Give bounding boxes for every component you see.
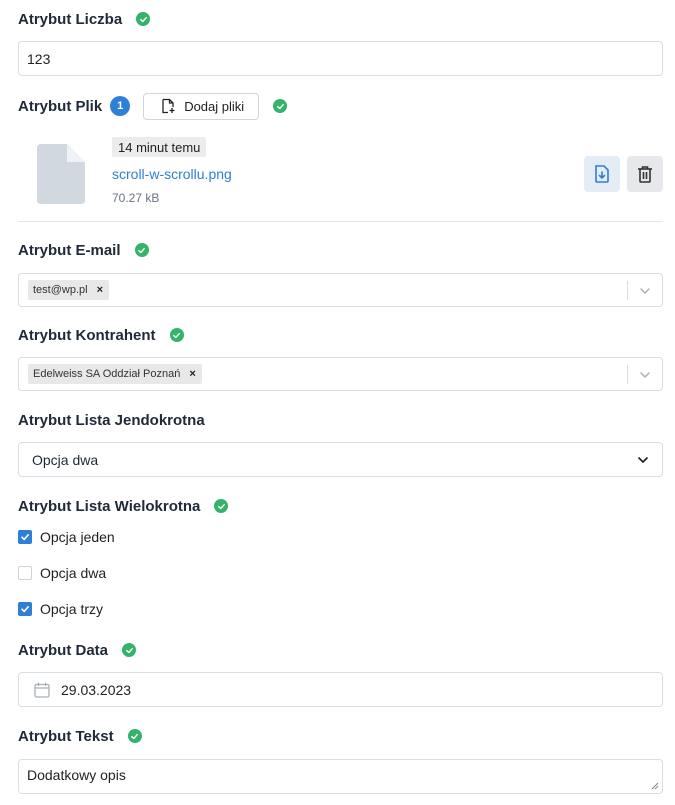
label-text: Atrybut Kontrahent <box>18 326 156 344</box>
file-icon <box>37 144 85 204</box>
file-size: 70.27 kB <box>112 191 160 205</box>
field-lista-wielokrotna: Atrybut Lista Wielokrotna <box>18 495 663 517</box>
checkbox-option-trzy[interactable]: Opcja trzy <box>18 601 103 617</box>
select-separator <box>627 365 628 384</box>
check-circle-icon <box>127 729 142 743</box>
file-plus-icon <box>162 98 175 114</box>
field-liczba: Atrybut Liczba <box>18 8 663 30</box>
checkbox-label: Opcja jeden <box>40 529 115 545</box>
checkbox-label: Opcja trzy <box>40 601 104 617</box>
field-label-email: Atrybut E-mail <box>18 239 663 261</box>
download-file-button[interactable] <box>584 156 620 192</box>
chip-remove-button[interactable]: × <box>97 284 103 296</box>
checkbox-option-dwa[interactable]: Opcja dwa <box>18 565 106 581</box>
select-separator <box>627 281 628 300</box>
number-input[interactable]: 123 <box>18 41 663 76</box>
kontrahent-multiselect[interactable]: Edelweiss SA Oddział Poznań × <box>18 357 663 391</box>
single-select[interactable]: Opcja dwa <box>18 442 663 477</box>
chip-remove-button[interactable]: × <box>189 368 195 380</box>
add-files-button[interactable]: Dodaj pliki <box>143 92 260 120</box>
email-chip-label: test@wp.pl <box>33 284 88 296</box>
calendar-icon <box>34 682 50 698</box>
label-text: Atrybut Lista Jendokrotna <box>18 411 205 429</box>
field-label-tekst: Atrybut Tekst <box>18 725 663 747</box>
check-circle-icon <box>273 99 288 113</box>
chevron-down-icon[interactable] <box>638 368 652 382</box>
email-multiselect[interactable]: test@wp.pl × <box>18 273 663 307</box>
check-circle-icon <box>169 328 184 342</box>
label-text: Atrybut Liczba <box>18 10 123 28</box>
resize-handle-icon[interactable] <box>651 782 659 790</box>
text-area-value: Dodatkowy opis <box>27 767 126 783</box>
label-text: Atrybut Data <box>18 641 109 659</box>
label-text: Atrybut E-mail <box>18 241 121 259</box>
check-circle-icon <box>134 243 149 257</box>
checkbox-checked[interactable] <box>18 602 32 616</box>
field-email: Atrybut E-mail <box>18 239 663 261</box>
number-input-value: 123 <box>27 50 51 67</box>
divider <box>18 221 663 222</box>
field-label-data: Atrybut Data <box>18 639 663 661</box>
field-plik: Atrybut Plik 1 Dodaj pliki <box>18 91 663 121</box>
text-area[interactable]: Dodatkowy opis <box>18 759 663 794</box>
label-text: Atrybut Lista Wielokrotna <box>18 497 201 515</box>
checkbox-option-jeden[interactable]: Opcja jeden <box>18 529 115 545</box>
file-count-badge: 1 <box>110 96 131 116</box>
file-name-link[interactable]: scroll-w-scrollu.png <box>112 166 232 182</box>
trash-icon <box>638 166 652 183</box>
label-text: Atrybut Plik <box>18 97 103 115</box>
label-text: Atrybut Tekst <box>18 727 114 745</box>
file-time-tag: 14 minut temu <box>112 137 207 157</box>
field-label-lista-wielokrotna: Atrybut Lista Wielokrotna <box>18 495 663 517</box>
field-kontrahent: Atrybut Kontrahent <box>18 324 663 346</box>
add-files-label: Dodaj pliki <box>184 98 245 114</box>
field-label-plik: Atrybut Plik 1 Dodaj pliki <box>18 91 663 121</box>
field-label-lista-jednokrotna: Atrybut Lista Jendokrotna <box>18 409 663 431</box>
date-input[interactable]: 29.03.2023 <box>18 672 663 707</box>
single-select-value: Opcja dwa <box>32 451 99 468</box>
email-chip: test@wp.pl × <box>28 280 110 300</box>
checkbox-unchecked[interactable] <box>18 566 32 580</box>
file-item: 14 minut temu scroll-w-scrollu.png 70.27… <box>18 132 663 220</box>
delete-file-button[interactable] <box>627 156 663 192</box>
field-tekst: Atrybut Tekst <box>18 725 663 747</box>
kontrahent-chip: Edelweiss SA Oddział Poznań × <box>28 364 202 384</box>
chevron-down-icon <box>638 457 648 463</box>
date-input-value: 29.03.2023 <box>61 681 132 698</box>
checkbox-checked[interactable] <box>18 530 32 544</box>
check-circle-icon <box>214 499 229 513</box>
check-circle-icon <box>122 643 137 657</box>
chevron-down-icon[interactable] <box>638 284 652 298</box>
field-label-liczba: Atrybut Liczba <box>18 8 663 30</box>
checkbox-label: Opcja dwa <box>40 565 107 581</box>
file-download-icon <box>595 165 609 183</box>
field-data: Atrybut Data <box>18 639 663 661</box>
field-label-kontrahent: Atrybut Kontrahent <box>18 324 663 346</box>
field-lista-jednokrotna: Atrybut Lista Jendokrotna <box>18 409 663 431</box>
kontrahent-chip-label: Edelweiss SA Oddział Poznań <box>33 368 181 380</box>
check-circle-icon <box>136 12 151 26</box>
